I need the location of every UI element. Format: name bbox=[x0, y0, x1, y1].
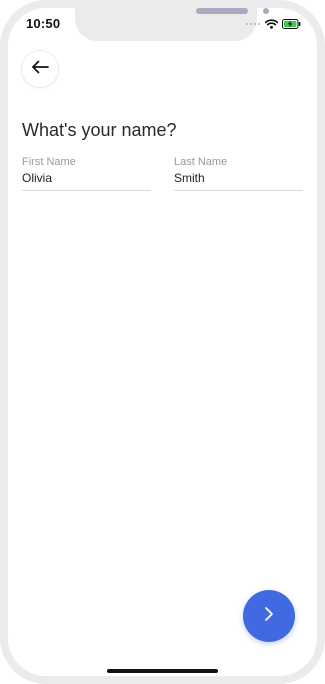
battery-charging-icon bbox=[282, 19, 301, 29]
wifi-icon bbox=[265, 19, 278, 29]
last-name-field: Last Name bbox=[174, 155, 303, 191]
status-time: 10:50 bbox=[26, 16, 61, 31]
next-button[interactable] bbox=[243, 590, 295, 642]
notch bbox=[75, 8, 269, 41]
back-button[interactable] bbox=[22, 51, 58, 87]
last-name-input[interactable] bbox=[174, 169, 303, 187]
speaker-grille bbox=[196, 8, 248, 14]
device-frame bbox=[0, 0, 325, 684]
arrow-left-icon bbox=[31, 60, 49, 79]
status-icons bbox=[246, 17, 301, 31]
signal-icon bbox=[246, 23, 260, 25]
first-name-input[interactable] bbox=[22, 169, 151, 187]
front-camera bbox=[263, 8, 269, 14]
home-indicator bbox=[107, 669, 218, 673]
first-name-label: First Name bbox=[22, 156, 76, 168]
first-name-field: First Name bbox=[22, 155, 151, 191]
last-name-label: Last Name bbox=[174, 156, 228, 168]
page-title: What's your name? bbox=[22, 120, 177, 140]
chevron-right-icon bbox=[263, 605, 275, 628]
